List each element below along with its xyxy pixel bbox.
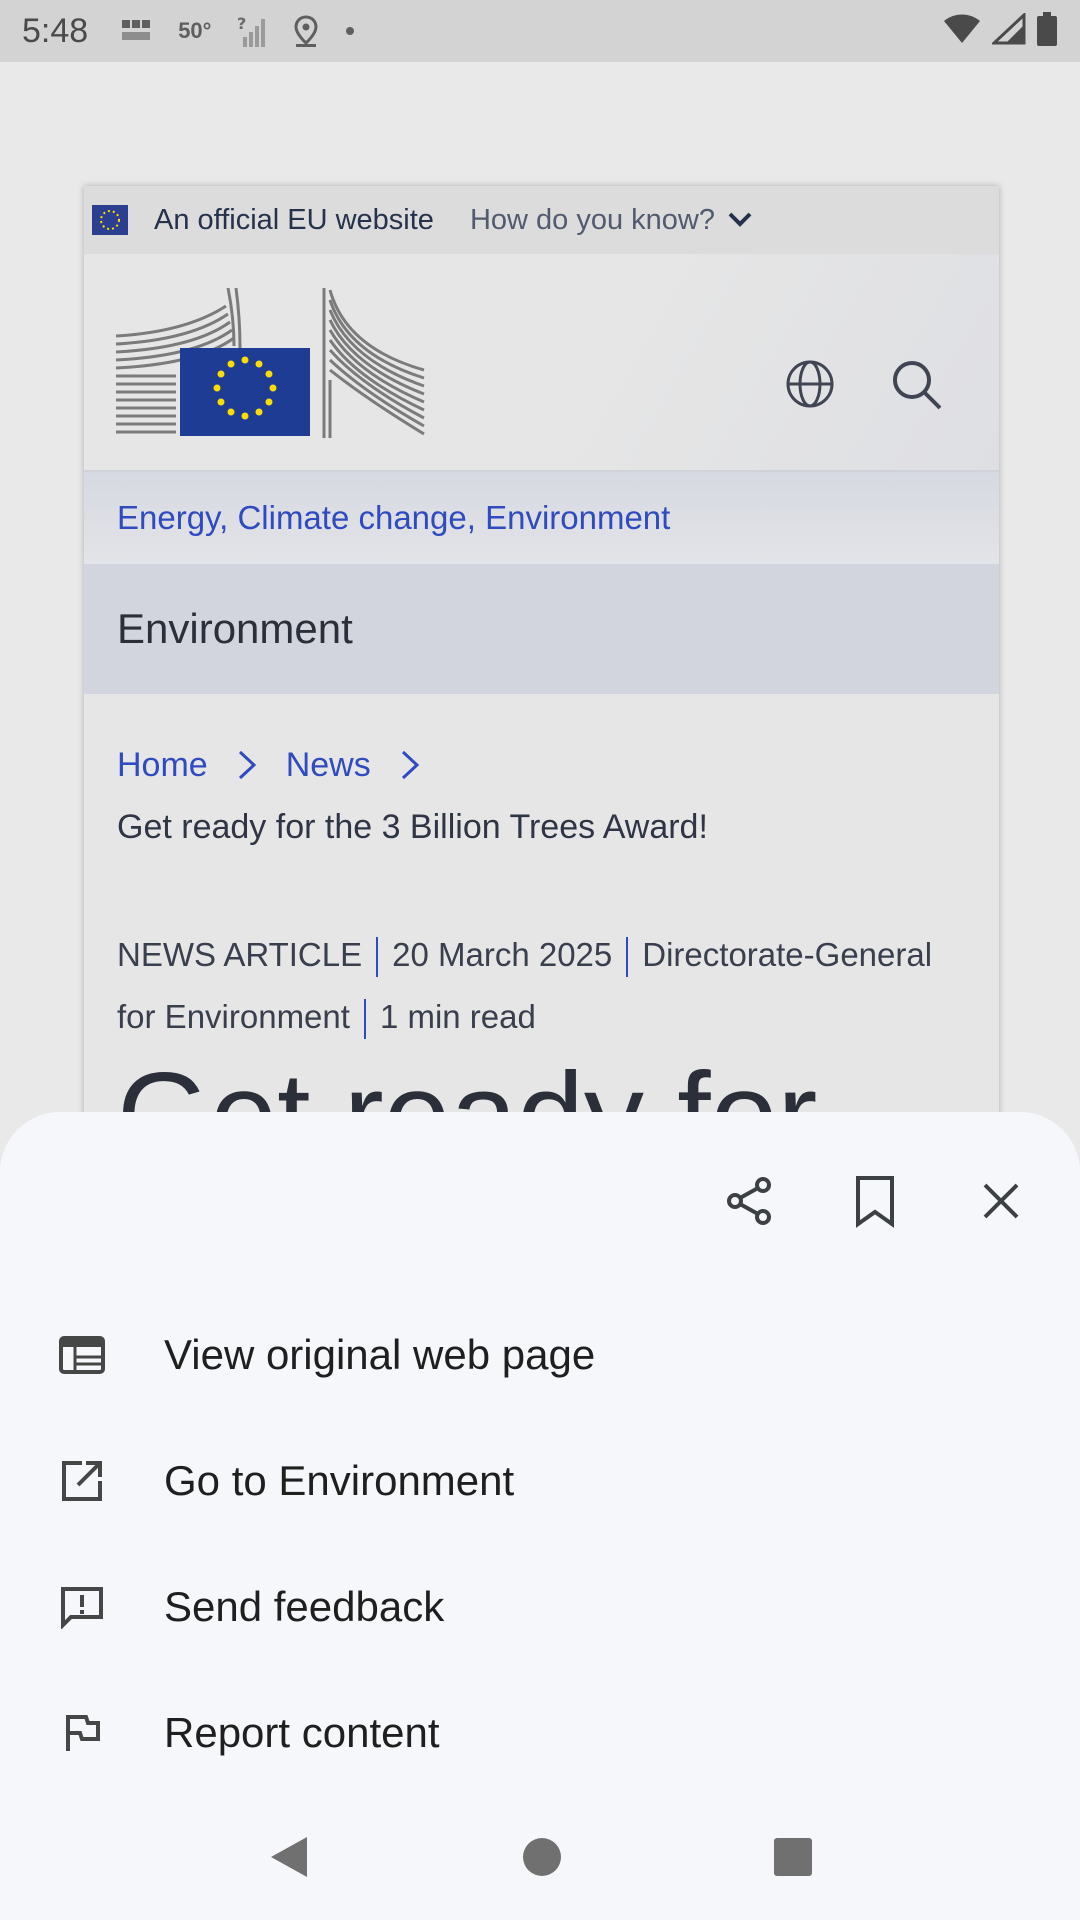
how-do-you-know-label: How do you know? bbox=[469, 203, 715, 236]
globe-icon[interactable] bbox=[784, 358, 836, 415]
battery-icon bbox=[1036, 11, 1058, 51]
menu-item-send-feedback[interactable]: Send feedback bbox=[0, 1544, 1080, 1670]
breadcrumb-home[interactable]: Home bbox=[117, 746, 208, 785]
menu-item-go-to-environment[interactable]: Go to Environment bbox=[0, 1418, 1080, 1544]
chevron-right-icon bbox=[238, 750, 256, 780]
share-icon bbox=[727, 1177, 771, 1225]
status-bar: 5:48 50° ? bbox=[0, 0, 1080, 62]
menu-item-label: Go to Environment bbox=[164, 1457, 515, 1504]
temperature-text: 50° bbox=[178, 18, 212, 43]
how-do-you-know-toggle[interactable]: How do you know? bbox=[470, 204, 753, 237]
meta-divider bbox=[376, 937, 379, 978]
search-icon[interactable] bbox=[890, 358, 944, 417]
feedback-icon bbox=[0, 1585, 164, 1629]
section-title: Environment bbox=[84, 564, 999, 694]
back-button[interactable] bbox=[267, 1833, 311, 1881]
site-header bbox=[84, 254, 999, 472]
svg-text:?: ? bbox=[237, 15, 246, 33]
system-nav-bar bbox=[0, 1794, 1080, 1920]
eu-flag-icon bbox=[92, 205, 128, 235]
meta-divider bbox=[363, 999, 366, 1040]
menu-item-label: View original web page bbox=[164, 1331, 596, 1378]
dot-icon bbox=[345, 26, 355, 36]
bbc-news-icon bbox=[122, 20, 152, 42]
meta-divider bbox=[626, 937, 629, 978]
flag-icon bbox=[0, 1713, 164, 1753]
recents-button[interactable] bbox=[773, 1837, 813, 1877]
bottom-sheet: View original web page Go to Environment… bbox=[0, 1112, 1080, 1794]
article-type: NEWS ARTICLE bbox=[117, 936, 363, 973]
status-time: 5:48 bbox=[22, 11, 89, 50]
location-icon bbox=[293, 15, 319, 47]
topic-link[interactable]: Energy, Climate change, Environment bbox=[84, 472, 999, 564]
menu-item-view-original[interactable]: View original web page bbox=[0, 1292, 1080, 1418]
article-read-time: 1 min read bbox=[379, 998, 536, 1035]
menu-item-label: Send feedback bbox=[164, 1583, 445, 1630]
european-commission-logo[interactable] bbox=[115, 287, 436, 445]
menu-item-label: Report content bbox=[164, 1709, 440, 1756]
chevron-right-icon bbox=[401, 750, 419, 780]
article-meta: NEWS ARTICLE 20 March 2025 Directorate-Gen… bbox=[117, 924, 937, 1048]
web-page-icon bbox=[0, 1336, 164, 1374]
open-external-icon bbox=[0, 1459, 164, 1503]
official-eu-website-link[interactable]: An official EU website bbox=[154, 204, 434, 237]
recents-icon bbox=[774, 1838, 812, 1876]
menu-item-report-content[interactable]: Report content bbox=[0, 1670, 1080, 1796]
sheet-actions bbox=[686, 1138, 1064, 1264]
close-icon bbox=[983, 1183, 1019, 1219]
article-date: 20 March 2025 bbox=[392, 936, 613, 973]
bookmark-button[interactable] bbox=[812, 1138, 938, 1264]
share-button[interactable] bbox=[686, 1138, 812, 1264]
no-signal-icon: ? bbox=[237, 15, 267, 47]
home-button[interactable] bbox=[521, 1836, 563, 1878]
cell-signal-icon bbox=[990, 11, 1026, 50]
close-button[interactable] bbox=[938, 1138, 1064, 1264]
chevron-down-icon bbox=[728, 212, 752, 227]
home-icon bbox=[523, 1838, 561, 1876]
breadcrumb-current-page: Get ready for the 3 Billion Trees Award! bbox=[117, 808, 708, 846]
breadcrumb-news[interactable]: News bbox=[286, 746, 371, 785]
breadcrumb: Home News bbox=[84, 694, 999, 798]
bookmark-icon bbox=[856, 1176, 894, 1228]
wifi-icon bbox=[942, 13, 982, 50]
back-icon bbox=[271, 1837, 307, 1877]
eu-official-banner: An official EU website How do you know? bbox=[84, 186, 999, 254]
